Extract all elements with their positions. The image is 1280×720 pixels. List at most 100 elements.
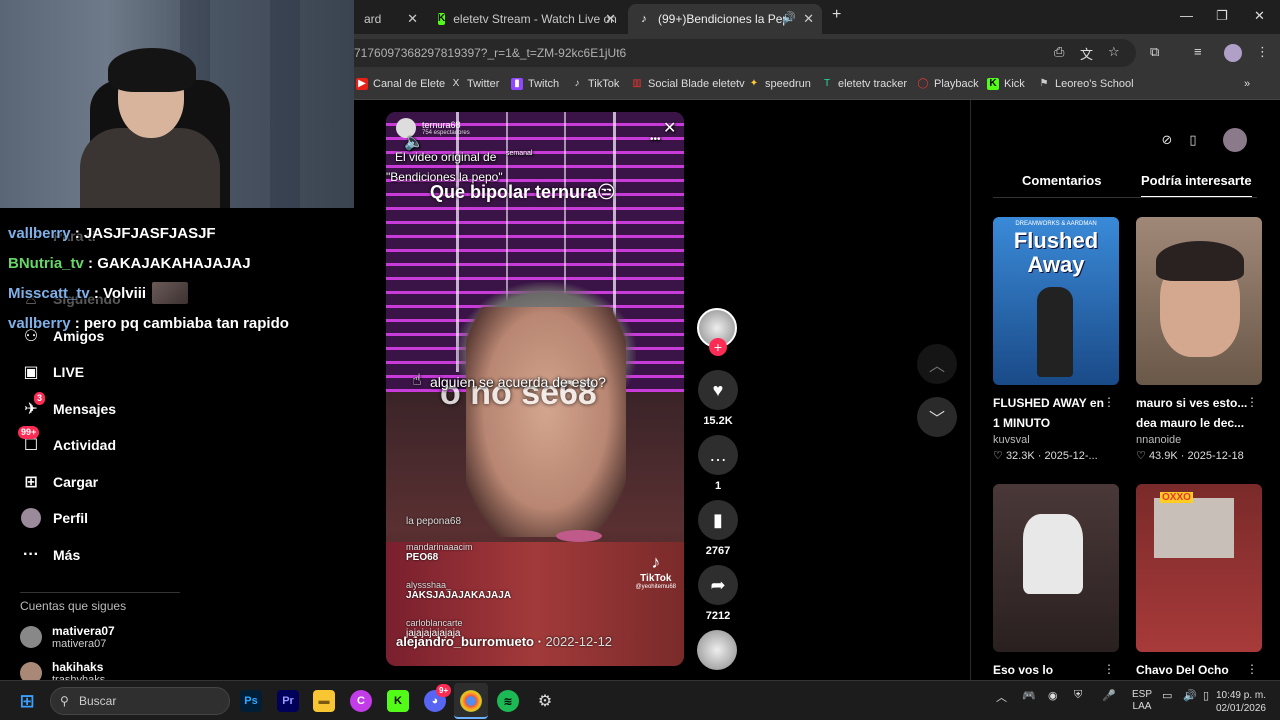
windows-start-icon[interactable]: ⊞ [16, 690, 38, 712]
suggested-video-card[interactable]: mauro si ves esto... dea mauro le dec...… [1136, 217, 1262, 462]
extensions-icon[interactable]: ⧉ [1150, 44, 1159, 60]
suggested-video-card[interactable]: OXXO Chavo Del Ocho ⋮ [1136, 484, 1262, 680]
nav-cargar[interactable]: ⊞ Cargar [20, 470, 98, 494]
volume-icon[interactable]: 🔊 [1183, 689, 1197, 702]
taskbar-search[interactable]: ⚲ Buscar [50, 687, 230, 715]
webcam-feed [0, 0, 354, 208]
app-c-icon[interactable]: C [350, 690, 372, 712]
tray-mic-icon[interactable]: 🎤 [1102, 689, 1116, 702]
bookmark-twitter[interactable]: X Twitter [450, 78, 500, 90]
compass-icon[interactable]: ⊘ [1155, 128, 1179, 152]
language-indicator[interactable]: ESP LAA [1132, 689, 1152, 713]
url-input[interactable]: 7176097368297819397?_r=1&_t=ZM-92kc6E1jU… [340, 39, 1136, 67]
followed-account[interactable]: mativera07 mativera07 [20, 624, 115, 650]
chat-message: vallberry : pero pq cambiaba tan rapido [8, 314, 289, 332]
follow-plus-icon[interactable]: + [709, 338, 727, 356]
maximize-button[interactable]: ❐ [1216, 8, 1228, 24]
nav-live[interactable]: ▣ LIVE [20, 360, 84, 384]
tiktok-icon: ♪ [574, 78, 580, 89]
close-icon[interactable]: ✕ [605, 11, 616, 27]
bookmark-tracker[interactable]: Teletetv tracker [821, 78, 907, 90]
comment-button[interactable]: … 1 [697, 435, 739, 492]
bookmark-twitch[interactable]: ▮ Twitch [511, 78, 559, 90]
photoshop-icon[interactable]: Ps [240, 690, 262, 712]
bookmark-playback[interactable]: ◯ Playback [917, 78, 978, 90]
creator-avatar[interactable]: + [697, 308, 739, 356]
music-disc[interactable] [697, 630, 739, 670]
tab-kick-stream[interactable]: K eletetv Stream - Watch Live on ✕ [428, 4, 624, 34]
translate-icon[interactable]: 文 [1080, 44, 1093, 63]
video-comment: alyssshaa_ JAKSJAJAJAKAJAJA [406, 580, 512, 601]
bookmark-socialblade[interactable]: ▥ Social Blade eletetv [631, 78, 744, 90]
close-icon[interactable]: ✕ [803, 11, 814, 27]
share-icon: ➦ [698, 565, 738, 605]
card-author: nnanoide [1136, 434, 1182, 446]
card-more-icon[interactable]: ⋮ [1246, 662, 1258, 676]
playback-icon: ◯ [917, 78, 929, 89]
user-avatar[interactable] [1223, 128, 1247, 152]
folder-icon[interactable]: ▬ [313, 690, 335, 712]
bookmark-tiktok[interactable]: ♪ TikTok [571, 78, 620, 90]
share-button[interactable]: ➦ 7212 [697, 565, 739, 622]
more-options-icon[interactable]: ••• [650, 134, 661, 145]
nav-actividad[interactable]: ☐ 99+ Actividad [18, 426, 116, 457]
tab-tiktok[interactable]: ♪ (99+)Bendiciones la Pepo 🔊 ✕ [628, 4, 822, 34]
woman-lips [556, 530, 602, 542]
curtain [270, 0, 300, 208]
suggested-video-card[interactable]: DREAMWORKS & AARDMAN Flushed Away FLUSHE… [993, 217, 1119, 462]
minimize-button[interactable]: — [1180, 8, 1193, 23]
like-button[interactable]: ♥ 15.2K [697, 370, 739, 427]
discord-icon[interactable]: ◕ 9+ [424, 684, 452, 712]
bookmark-speedrun[interactable]: ✦ speedrun [748, 78, 811, 90]
nav-mas[interactable]: ··· Más [20, 543, 80, 567]
video-author[interactable]: alejandro_burromueto [396, 634, 534, 649]
audio-icon[interactable]: 🔊 [782, 11, 796, 24]
install-icon[interactable]: ⎙ [1054, 44, 1064, 60]
spotify-icon[interactable]: ≋ [497, 690, 519, 712]
video-comment: la pepona68 [406, 516, 462, 527]
tray-steam-icon[interactable]: ◉ [1048, 689, 1058, 702]
tray-gamepad-icon[interactable]: 🎮 [1022, 689, 1036, 702]
tray-overflow-icon[interactable]: ︿ [996, 689, 1007, 705]
bookmark-kick[interactable]: K Kick [987, 78, 1025, 90]
person [1023, 514, 1083, 594]
card-more-icon[interactable]: ⋮ [1103, 395, 1115, 409]
previous-video-button[interactable]: ︿ [917, 344, 957, 384]
streamer-shirt [80, 128, 220, 208]
settings-icon[interactable]: ⚙ [534, 690, 556, 712]
clock[interactable]: 10:49 p. m. 02/01/2026 [1208, 689, 1266, 715]
menu-icon[interactable]: ⋮ [1256, 44, 1269, 60]
tab-previous[interactable]: ard ✕ [354, 4, 426, 34]
window-close-button[interactable]: ✕ [1254, 8, 1265, 24]
video-thumbnail: OXXO [1136, 484, 1262, 652]
nav-perfil[interactable]: Perfil [20, 506, 88, 530]
nav-mensajes[interactable]: ✈ 3 Mensajes [20, 392, 116, 421]
bookmarks-overflow-icon[interactable]: » [1244, 78, 1250, 90]
card-more-icon[interactable]: ⋮ [1246, 395, 1258, 409]
card-meta: ♡ 43.9K · 2025-12-18 [1136, 450, 1244, 462]
media-icon[interactable]: ≡ [1194, 44, 1202, 59]
device-icon[interactable]: ▯ [1181, 128, 1205, 152]
network-icon[interactable]: ▭ [1162, 689, 1172, 702]
tray-shield-icon[interactable]: ⛨ [1074, 689, 1082, 702]
bookmark-canal[interactable]: ▶ Canal de Elete [356, 78, 445, 90]
close-icon[interactable]: ✕ [407, 11, 418, 27]
video-player[interactable]: ternura68 754 espectadores semanal 🔈 El v… [386, 112, 684, 666]
kick-icon[interactable]: K [387, 690, 409, 712]
hair [1156, 241, 1244, 281]
save-button[interactable]: ▮ 2767 [697, 500, 739, 557]
profile-avatar[interactable] [1224, 44, 1242, 62]
volume-icon[interactable]: 🔈 [404, 132, 424, 152]
star-icon[interactable]: ☆ [1108, 44, 1120, 60]
suggested-video-card[interactable]: Eso vos lo ⋮ [993, 484, 1119, 680]
premiere-icon[interactable]: Pr [277, 690, 299, 712]
card-more-icon[interactable]: ⋮ [1103, 662, 1115, 676]
close-icon[interactable]: ✕ [663, 118, 676, 138]
new-tab-button[interactable]: + [832, 6, 841, 24]
messages-icon: ✈ 3 [20, 392, 46, 420]
tab-podria-interesarte[interactable]: Podría interesarte [1141, 173, 1252, 198]
card-title: FLUSHED AWAY en 1 MINUTO [993, 396, 1104, 430]
tab-comentarios[interactable]: Comentarios [1022, 173, 1101, 188]
bookmark-leoreo[interactable]: ⚑ Leoreo's School [1038, 78, 1134, 90]
next-video-button[interactable]: ﹀ [917, 397, 957, 437]
